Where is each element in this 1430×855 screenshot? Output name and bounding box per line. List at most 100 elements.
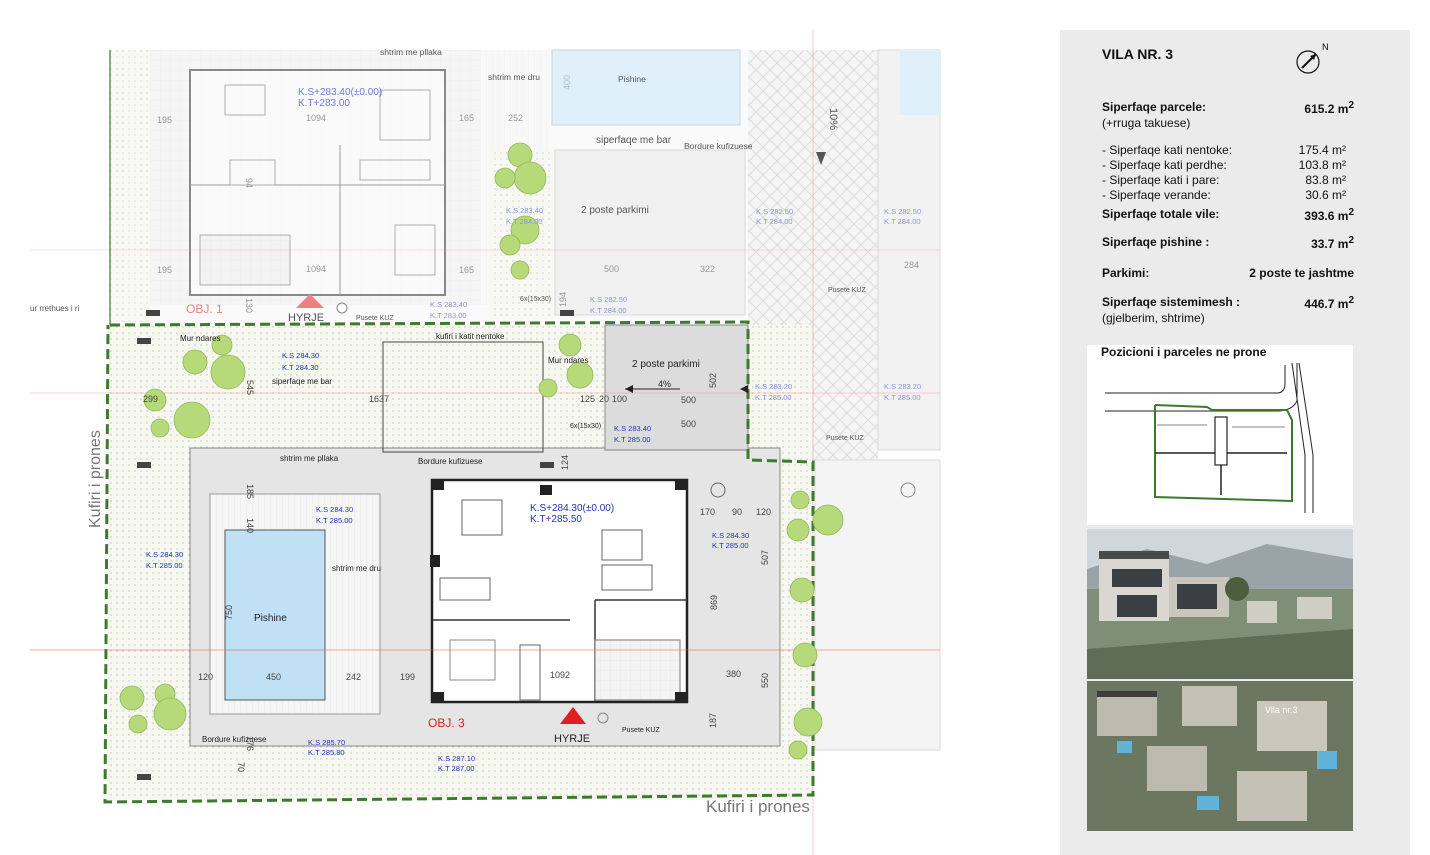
svg-text:125: 125 bbox=[580, 394, 595, 404]
svg-text:K.T 285.00: K.T 285.00 bbox=[614, 435, 651, 444]
svg-text:6x(15x30): 6x(15x30) bbox=[520, 296, 551, 303]
villa-title: VILA NR. 3 bbox=[1102, 46, 1174, 62]
svg-text:130: 130 bbox=[244, 298, 254, 313]
parcel-area-row: Siperfaqe parcele: (+rruga takuese) 615.… bbox=[1102, 100, 1354, 130]
svg-text:2 poste parkimi: 2 poste parkimi bbox=[581, 205, 649, 216]
svg-text:194: 194 bbox=[558, 292, 568, 307]
svg-text:K.S 282.50: K.S 282.50 bbox=[590, 295, 627, 304]
svg-text:K.T 287.00: K.T 287.00 bbox=[438, 764, 475, 773]
svg-text:90: 90 bbox=[732, 507, 742, 517]
svg-text:K.T 284.30: K.T 284.30 bbox=[282, 363, 319, 372]
road-slope-label: 10% bbox=[827, 108, 839, 130]
svg-text:Pishine: Pishine bbox=[254, 613, 287, 624]
svg-text:1094: 1094 bbox=[306, 264, 326, 274]
svg-text:507: 507 bbox=[760, 550, 770, 565]
svg-text:ur rrethues i ri: ur rrethues i ri bbox=[30, 304, 80, 313]
svg-text:K.S 284.30: K.S 284.30 bbox=[316, 505, 353, 514]
svg-text:K.T 283.00: K.T 283.00 bbox=[430, 311, 467, 320]
svg-text:550: 550 bbox=[760, 673, 770, 688]
svg-text:284: 284 bbox=[904, 260, 919, 270]
svg-text:500: 500 bbox=[681, 419, 696, 429]
svg-text:380: 380 bbox=[726, 669, 741, 679]
svg-text:1637: 1637 bbox=[369, 394, 389, 404]
svg-text:165: 165 bbox=[459, 265, 474, 275]
location-map: Pozicioni i parceles ne prone bbox=[1087, 345, 1353, 525]
svg-text:400: 400 bbox=[562, 75, 572, 90]
svg-text:K.S 283.40: K.S 283.40 bbox=[430, 300, 467, 309]
svg-text:shtrim me dru: shtrim me dru bbox=[332, 564, 381, 573]
svg-text:shtrim me pllaka: shtrim me pllaka bbox=[280, 454, 339, 463]
svg-text:K.T 284.00: K.T 284.00 bbox=[590, 306, 627, 315]
svg-text:K.T 285.00: K.T 285.00 bbox=[316, 516, 353, 525]
list-item: - Siperfaqe kati i pare: 83.8 m² bbox=[1102, 173, 1346, 187]
svg-text:Pishine: Pishine bbox=[618, 74, 646, 84]
pool-area-row: Siperfaqe pishine : 33.7 m2 bbox=[1102, 235, 1354, 251]
svg-text:70: 70 bbox=[236, 762, 246, 772]
svg-text:N: N bbox=[1322, 42, 1329, 52]
svg-text:242: 242 bbox=[346, 672, 361, 682]
svg-text:K.T 285.00: K.T 285.00 bbox=[146, 561, 183, 570]
render-label: Vila nr.3 bbox=[1265, 705, 1297, 715]
svg-text:545: 545 bbox=[245, 380, 255, 395]
svg-text:1092: 1092 bbox=[550, 670, 570, 680]
obj3-level-ks: K.S+284.30(±0.00) bbox=[530, 503, 614, 514]
svg-text:199: 199 bbox=[400, 672, 415, 682]
svg-text:450: 450 bbox=[266, 672, 281, 682]
svg-text:502: 502 bbox=[708, 373, 718, 388]
svg-text:siperfaqe me bar: siperfaqe me bar bbox=[596, 135, 672, 146]
obj3-level-kt: K.T+285.50 bbox=[530, 514, 582, 525]
svg-text:20: 20 bbox=[599, 394, 609, 404]
north-arrow-icon: N bbox=[1296, 42, 1336, 76]
parcel-area-label: Siperfaqe parcele: bbox=[1102, 100, 1207, 114]
svg-text:100: 100 bbox=[612, 394, 627, 404]
site-plan: shtrim me pllaka shtrim me dru Pishine s… bbox=[0, 0, 1060, 855]
svg-text:195: 195 bbox=[157, 115, 172, 125]
svg-text:K.S 284.30: K.S 284.30 bbox=[146, 550, 183, 559]
svg-text:K.T 284.00: K.T 284.00 bbox=[506, 217, 543, 226]
list-item: - Siperfaqe kati perdhe: 103.8 m² bbox=[1102, 158, 1346, 172]
obj1-entrance-label: HYRJE bbox=[288, 312, 324, 324]
svg-text:165: 165 bbox=[459, 113, 474, 123]
svg-text:6x(15x30): 6x(15x30) bbox=[570, 423, 601, 430]
svg-text:869: 869 bbox=[709, 595, 719, 610]
svg-text:K.S 282.50: K.S 282.50 bbox=[756, 207, 793, 216]
parking-row: Parkimi: 2 poste te jashtme bbox=[1102, 266, 1354, 280]
obj1-level-ks: K.S+283.40(±0.00) bbox=[298, 87, 382, 98]
floor-areas-list: - Siperfaqe kati nentoke: 175.4 m² - Sipe… bbox=[1102, 143, 1346, 203]
svg-text:120: 120 bbox=[756, 507, 771, 517]
svg-text:140: 140 bbox=[245, 518, 255, 533]
total-area-row: Siperfaqe totale vile: 393.6 m2 bbox=[1102, 207, 1354, 223]
obj3-label: OBJ. 3 bbox=[428, 716, 465, 730]
svg-text:750: 750 bbox=[224, 605, 234, 620]
parcel-area-value: 615.2 m2 bbox=[1304, 100, 1354, 116]
boundary-label-left: Kufiri i prones bbox=[87, 430, 104, 528]
svg-text:187: 187 bbox=[708, 713, 718, 728]
svg-text:K.S 283.20: K.S 283.20 bbox=[884, 382, 921, 391]
svg-text:185: 185 bbox=[245, 484, 255, 499]
svg-text:252: 252 bbox=[508, 113, 523, 123]
landscaping-area-row: Siperfaqe sistemimesh : (gjelberim, shtr… bbox=[1102, 295, 1354, 325]
svg-text:K.T 285.00: K.T 285.00 bbox=[712, 541, 749, 550]
list-item: - Siperfaqe verande: 30.6 m² bbox=[1102, 188, 1346, 202]
svg-text:K.S 284.30: K.S 284.30 bbox=[712, 531, 749, 540]
render-image-1 bbox=[1087, 529, 1353, 679]
obj1-label: OBJ. 1 bbox=[186, 302, 223, 316]
svg-text:K.S 285.70: K.S 285.70 bbox=[308, 738, 345, 747]
svg-text:kufiri i katit nentoke: kufiri i katit nentoke bbox=[436, 332, 505, 341]
svg-text:K.T 285.80: K.T 285.80 bbox=[308, 748, 345, 757]
svg-text:322: 322 bbox=[700, 264, 715, 274]
svg-text:2 poste parkimi: 2 poste parkimi bbox=[632, 359, 700, 370]
svg-text:K.T 284.00: K.T 284.00 bbox=[756, 217, 793, 226]
svg-text:siperfaqe me bar: siperfaqe me bar bbox=[272, 377, 332, 386]
svg-text:K.T 285.00: K.T 285.00 bbox=[755, 393, 792, 402]
svg-text:Pusete KUZ: Pusete KUZ bbox=[828, 287, 866, 294]
render-image-2: Vila nr.3 bbox=[1087, 681, 1353, 831]
svg-text:4%: 4% bbox=[658, 379, 671, 389]
svg-text:shtrim me dru: shtrim me dru bbox=[488, 72, 540, 82]
svg-text:Pusete KUZ: Pusete KUZ bbox=[826, 435, 864, 442]
svg-text:K.S 282.50: K.S 282.50 bbox=[884, 207, 921, 216]
parcel-area-sub: (+rruga takuese) bbox=[1102, 116, 1191, 130]
svg-text:94: 94 bbox=[244, 178, 254, 188]
svg-text:K.T 285.00: K.T 285.00 bbox=[884, 393, 921, 402]
obj1-level-kt: K.T+283.00 bbox=[298, 98, 350, 109]
